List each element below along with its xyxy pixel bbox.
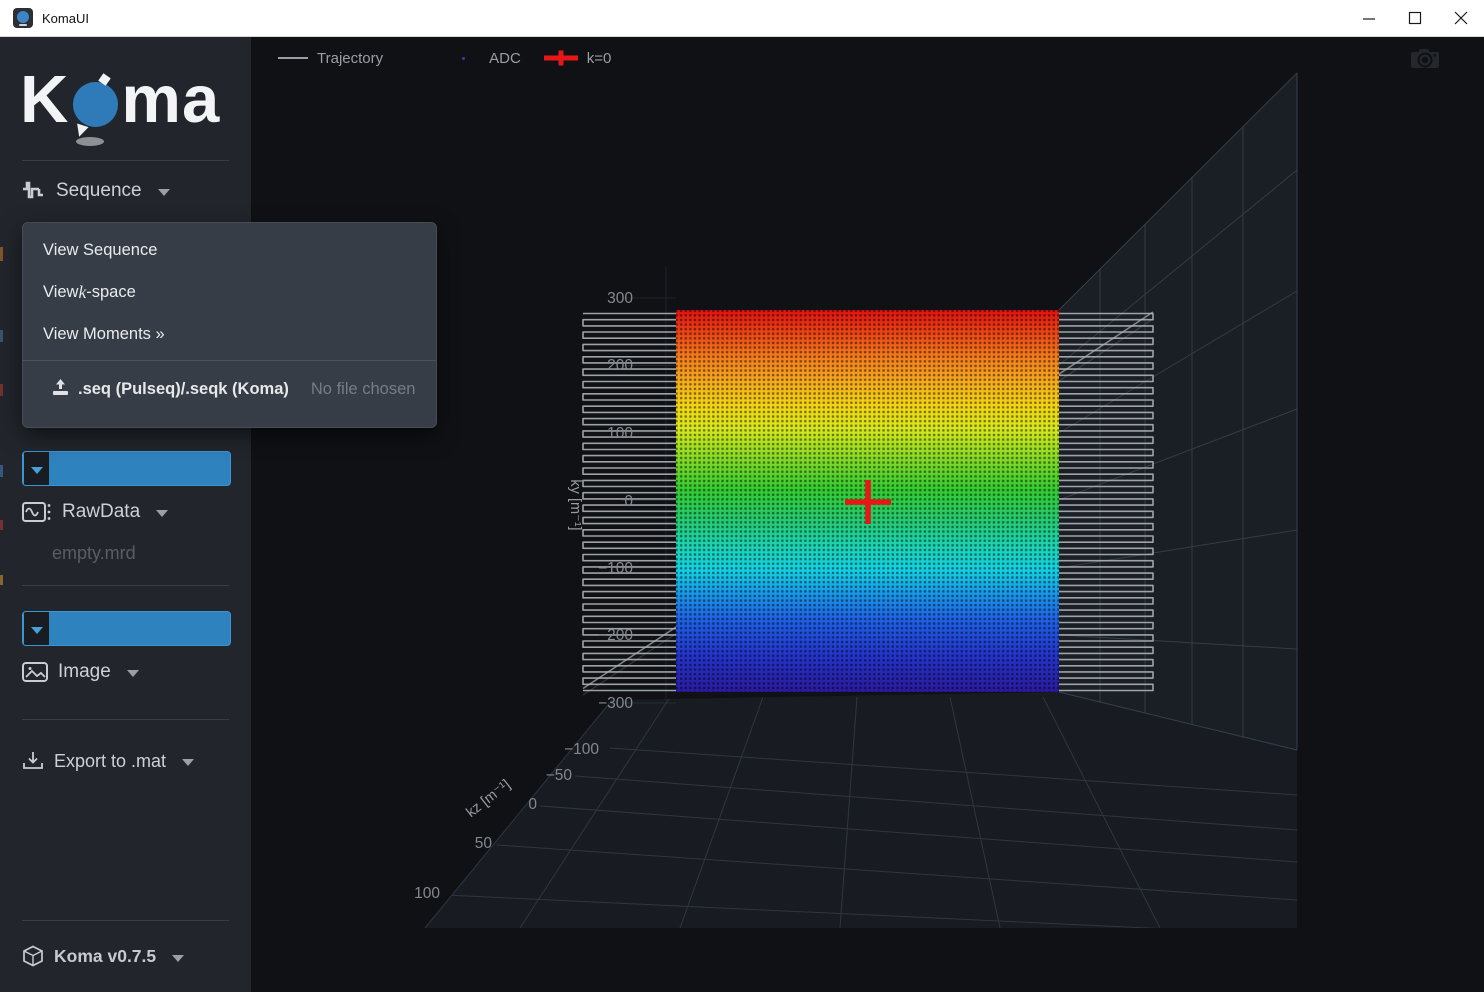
- titlebar: KomaUI: [0, 0, 1484, 37]
- k0-cross-swatch: [542, 49, 580, 67]
- export-mat-toggle[interactable]: Export to .mat: [22, 750, 194, 772]
- chevron-down-icon: [31, 467, 43, 474]
- maximize-button[interactable]: [1392, 0, 1438, 36]
- menu-item-view-moments[interactable]: View Moments »: [23, 313, 436, 355]
- download-icon: [22, 750, 44, 772]
- clipped-icon-sliver: [0, 330, 3, 342]
- app-icon: [13, 8, 33, 28]
- sequence-dropdown-menu: View Sequence View k-space View Moments …: [22, 222, 437, 428]
- reconstruct-split-button: Reconstruct!: [22, 611, 231, 646]
- clipped-icon-sliver: [0, 465, 3, 477]
- adc-dot-swatch: [462, 57, 465, 60]
- globe-icon: [17, 11, 29, 23]
- ky-tick-label: 300: [607, 290, 633, 307]
- camera-snapshot-icon[interactable]: [1409, 45, 1441, 73]
- logo-globe-icon: [73, 82, 118, 127]
- kspace-3d-plot-canvas[interactable]: 300 200 100 0 −100 −200 −300 −100 −50 0 …: [251, 37, 1484, 992]
- simulate-options-button[interactable]: [23, 452, 49, 485]
- ky-tick-label: 0: [624, 493, 633, 510]
- clipped-icon-sliver: [0, 575, 3, 585]
- kz-tick-label: 50: [475, 835, 493, 852]
- ky-tick-label: 100: [607, 425, 633, 442]
- chevron-down-icon: [172, 955, 184, 962]
- reconstruct-options-button[interactable]: [23, 612, 49, 645]
- menu-item-view-sequence[interactable]: View Sequence: [23, 229, 436, 271]
- kz-tick-label: 0: [528, 796, 537, 813]
- trajectory-line-swatch: [278, 57, 308, 59]
- simulate-split-button: Simulate!: [22, 451, 231, 486]
- ky-tick-label: −300: [598, 695, 633, 712]
- image-icon: [22, 661, 48, 683]
- chevron-down-icon: [182, 759, 194, 766]
- maximize-icon: [1408, 11, 1422, 25]
- ky-tick-label: −100: [598, 560, 633, 577]
- ky-axis-title: ky [m⁻¹]: [567, 479, 583, 530]
- chevron-down-icon: [158, 189, 170, 196]
- legend-item-k0[interactable]: k=0: [542, 49, 612, 67]
- rawdata-filename: empty.mrd: [52, 543, 136, 564]
- kz-tick-label: −100: [564, 741, 599, 758]
- clipped-icon-sliver: [0, 520, 3, 530]
- minimize-button[interactable]: [1346, 0, 1392, 36]
- koma-logo: K ma: [20, 51, 220, 147]
- upload-icon: [51, 378, 70, 402]
- sequence-menu-toggle[interactable]: Sequence: [22, 180, 170, 202]
- chevron-down-icon: [127, 670, 139, 677]
- rawdata-menu-toggle[interactable]: RawData: [22, 501, 168, 523]
- minimize-icon: [1362, 11, 1376, 25]
- chevron-down-icon: [31, 627, 43, 634]
- image-menu-toggle[interactable]: Image: [22, 661, 139, 683]
- kz-axis-title: kz [m⁻¹]: [463, 777, 513, 821]
- ky-tick-label: 200: [607, 357, 633, 374]
- ky-axis-ticks: 300 200 100 0 −100 −200 −300: [598, 290, 633, 712]
- plot-legend: Trajectory ADC k=0: [251, 45, 611, 71]
- close-button[interactable]: [1438, 0, 1484, 36]
- chevron-down-icon: [156, 510, 168, 517]
- sidebar: K ma Sequence View Sequence View k-space…: [0, 37, 251, 992]
- menu-item-view-kspace[interactable]: View k-space: [23, 271, 436, 313]
- window-title: KomaUI: [42, 11, 89, 26]
- clipped-icon-sliver: [0, 384, 3, 396]
- ky-tick-label: −200: [598, 627, 633, 644]
- signal-display-icon: [22, 501, 52, 523]
- kz-tick-label: −50: [546, 767, 573, 784]
- legend-item-adc[interactable]: ADC: [462, 50, 521, 67]
- pulse-waveform-icon: [22, 180, 46, 202]
- legend-item-trajectory[interactable]: Trajectory: [278, 50, 383, 67]
- package-box-icon: [22, 945, 44, 967]
- plot-area: Trajectory ADC k=0: [251, 37, 1484, 992]
- close-icon: [1454, 11, 1468, 25]
- seq-file-upload[interactable]: .seq (Pulseq)/.seqk (Koma) No file chose…: [23, 361, 436, 418]
- clipped-icon-sliver: [0, 247, 3, 261]
- version-menu-toggle[interactable]: Koma v0.7.5: [22, 945, 184, 967]
- kz-tick-label: 100: [414, 885, 440, 902]
